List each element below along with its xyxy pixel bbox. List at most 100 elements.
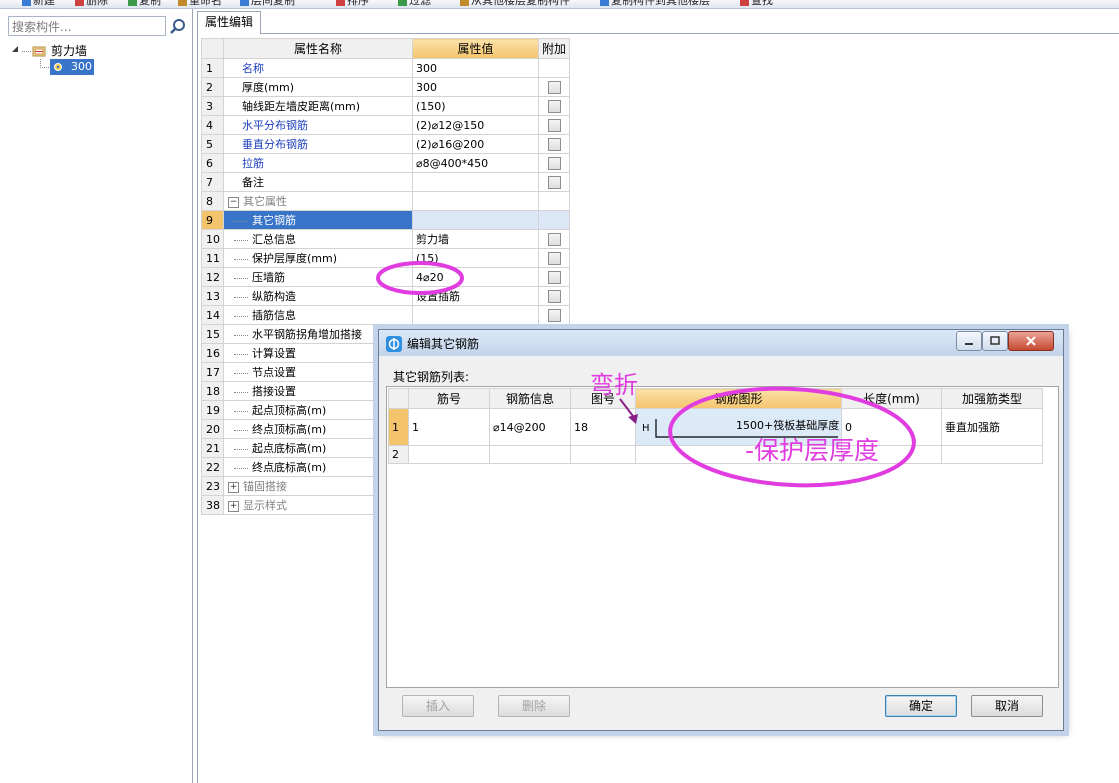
property-name: 水平分布钢筋 bbox=[223, 115, 413, 135]
cell-rebar-info[interactable]: ⌀14@200 bbox=[489, 408, 571, 446]
cell-figure-no[interactable]: 18 bbox=[570, 408, 636, 446]
extra-checkbox[interactable] bbox=[547, 118, 561, 132]
property-label: 终点底标高(m) bbox=[252, 461, 327, 474]
extra-checkbox[interactable] bbox=[547, 137, 561, 151]
property-value[interactable]: (15) bbox=[412, 248, 539, 268]
property-name: 其它钢筋 bbox=[223, 210, 413, 230]
extra-checkbox[interactable] bbox=[547, 156, 561, 170]
cancel-button[interactable]: 取消 bbox=[971, 695, 1043, 717]
tree-item-300[interactable]: 300 bbox=[50, 59, 94, 75]
property-row[interactable]: 2 厚度(mm) 300 bbox=[201, 77, 570, 97]
extra-cell[interactable] bbox=[538, 286, 570, 306]
row-index: 5 bbox=[201, 134, 224, 154]
extra-checkbox[interactable] bbox=[547, 270, 561, 284]
property-value[interactable]: 设置插筋 bbox=[412, 286, 539, 306]
property-value[interactable]: (2)⌀16@200 bbox=[412, 134, 539, 154]
extra-checkbox[interactable] bbox=[547, 175, 561, 189]
cell-reinforce-type[interactable]: 垂直加强筋 bbox=[941, 408, 1043, 446]
extra-cell[interactable] bbox=[538, 153, 570, 173]
property-value[interactable] bbox=[412, 172, 539, 192]
toolbar-item[interactable]: 层间复制 bbox=[240, 0, 295, 8]
property-row[interactable]: 4 水平分布钢筋 (2)⌀12@150 bbox=[201, 115, 570, 135]
cell-rebar-info[interactable] bbox=[489, 445, 571, 464]
property-name: 纵筋构造 bbox=[223, 286, 413, 306]
toolbar-item[interactable]: 新建 bbox=[22, 0, 55, 8]
property-value[interactable] bbox=[412, 305, 539, 325]
cell-bar-no[interactable]: 1 bbox=[408, 408, 490, 446]
property-row[interactable]: 13 纵筋构造 设置插筋 bbox=[201, 286, 570, 306]
property-label: 锚固搭接 bbox=[243, 480, 287, 493]
property-row[interactable]: 3 轴线距左墙皮距离(mm) (150) bbox=[201, 96, 570, 116]
property-row[interactable]: 9 其它钢筋 bbox=[201, 210, 570, 230]
dialog-titlebar[interactable]: 编辑其它钢筋 bbox=[379, 330, 1063, 356]
property-row[interactable]: 11 保护层厚度(mm) (15) bbox=[201, 248, 570, 268]
expand-icon[interactable]: + bbox=[228, 500, 239, 512]
extra-checkbox[interactable] bbox=[547, 308, 561, 322]
cell-figure-no[interactable] bbox=[570, 445, 636, 464]
property-row[interactable]: 8− 其它属性 bbox=[201, 191, 570, 211]
property-value[interactable]: (150) bbox=[412, 96, 539, 116]
toolbar-item[interactable]: 重命名 bbox=[178, 0, 222, 8]
toolbar-item[interactable]: 复制 bbox=[128, 0, 161, 8]
toolbar-item[interactable]: 过滤 bbox=[398, 0, 431, 8]
tree-item-shear-wall[interactable]: 剪力墙 bbox=[51, 43, 87, 59]
expand-icon[interactable]: + bbox=[228, 481, 239, 493]
property-value[interactable]: ⌀8@400*450 bbox=[412, 153, 539, 173]
row-index: 16 bbox=[201, 343, 224, 363]
property-row[interactable]: 10 汇总信息 剪力墙 bbox=[201, 229, 570, 249]
property-value[interactable]: 4⌀20 bbox=[412, 267, 539, 287]
toolbar-item[interactable]: 查找 bbox=[740, 0, 773, 8]
property-row[interactable]: 5 垂直分布钢筋 (2)⌀16@200 bbox=[201, 134, 570, 154]
extra-checkbox[interactable] bbox=[547, 251, 561, 265]
collapse-icon[interactable]: − bbox=[228, 196, 239, 208]
extra-cell[interactable] bbox=[538, 248, 570, 268]
property-label: 名称 bbox=[242, 62, 264, 75]
delete-button[interactable]: 删除 bbox=[498, 695, 570, 717]
extra-cell[interactable] bbox=[538, 172, 570, 192]
extra-cell[interactable] bbox=[538, 115, 570, 135]
table-row[interactable]: 1 1 ⌀14@200 18 H 1500+筏板基础厚度 0 垂直加强筋 bbox=[388, 408, 1043, 446]
property-value[interactable]: (2)⌀12@150 bbox=[412, 115, 539, 135]
property-row[interactable]: 6 拉筋 ⌀8@400*450 bbox=[201, 153, 570, 173]
row-index: 17 bbox=[201, 362, 224, 382]
extra-checkbox[interactable] bbox=[547, 99, 561, 113]
property-row[interactable]: 1 名称 300 bbox=[201, 58, 570, 78]
extra-cell[interactable] bbox=[538, 229, 570, 249]
toolbar-item[interactable]: 从其他楼层复制构件 bbox=[460, 0, 570, 8]
component-list-panel: 搜索构件... 剪力墙 300 bbox=[0, 9, 193, 783]
maximize-button[interactable] bbox=[982, 331, 1008, 351]
tree-connector bbox=[234, 372, 248, 374]
cell-bar-no[interactable] bbox=[408, 445, 490, 464]
property-label: 拉筋 bbox=[242, 157, 264, 170]
toolbar-item[interactable]: 排序 bbox=[336, 0, 369, 8]
property-value[interactable]: 300 bbox=[412, 77, 539, 97]
toolbar-item[interactable]: 删除 bbox=[75, 0, 108, 8]
ok-button[interactable]: 确定 bbox=[885, 695, 957, 717]
extra-cell[interactable] bbox=[538, 305, 570, 325]
minimize-button[interactable] bbox=[956, 331, 982, 351]
property-value[interactable] bbox=[412, 191, 539, 211]
header-length: 长度(mm) bbox=[841, 388, 942, 409]
component-search-input[interactable]: 搜索构件... bbox=[8, 16, 166, 36]
property-value[interactable]: 剪力墙 bbox=[412, 229, 539, 249]
property-value[interactable]: 300 bbox=[412, 58, 539, 78]
extra-checkbox[interactable] bbox=[547, 232, 561, 246]
extra-cell[interactable] bbox=[538, 134, 570, 154]
search-icon[interactable] bbox=[168, 17, 188, 37]
close-button[interactable] bbox=[1008, 331, 1054, 351]
extra-checkbox[interactable] bbox=[547, 289, 561, 303]
extra-checkbox[interactable] bbox=[547, 80, 561, 94]
tab-property-edit[interactable]: 属性编辑 bbox=[197, 11, 261, 34]
property-row[interactable]: 7 备注 bbox=[201, 172, 570, 192]
extra-cell[interactable] bbox=[538, 267, 570, 287]
insert-button[interactable]: 插入 bbox=[402, 695, 474, 717]
property-value[interactable] bbox=[412, 210, 539, 230]
table-row[interactable]: 2 bbox=[388, 445, 1043, 464]
toolbar-item[interactable]: 复制构件到其他楼层 bbox=[600, 0, 710, 8]
tree-collapse-icon[interactable] bbox=[12, 46, 19, 53]
property-row[interactable]: 12 压墙筋 4⌀20 bbox=[201, 267, 570, 287]
property-row[interactable]: 14 插筋信息 bbox=[201, 305, 570, 325]
extra-cell[interactable] bbox=[538, 96, 570, 116]
cell-reinforce-type[interactable] bbox=[941, 445, 1043, 464]
extra-cell[interactable] bbox=[538, 77, 570, 97]
